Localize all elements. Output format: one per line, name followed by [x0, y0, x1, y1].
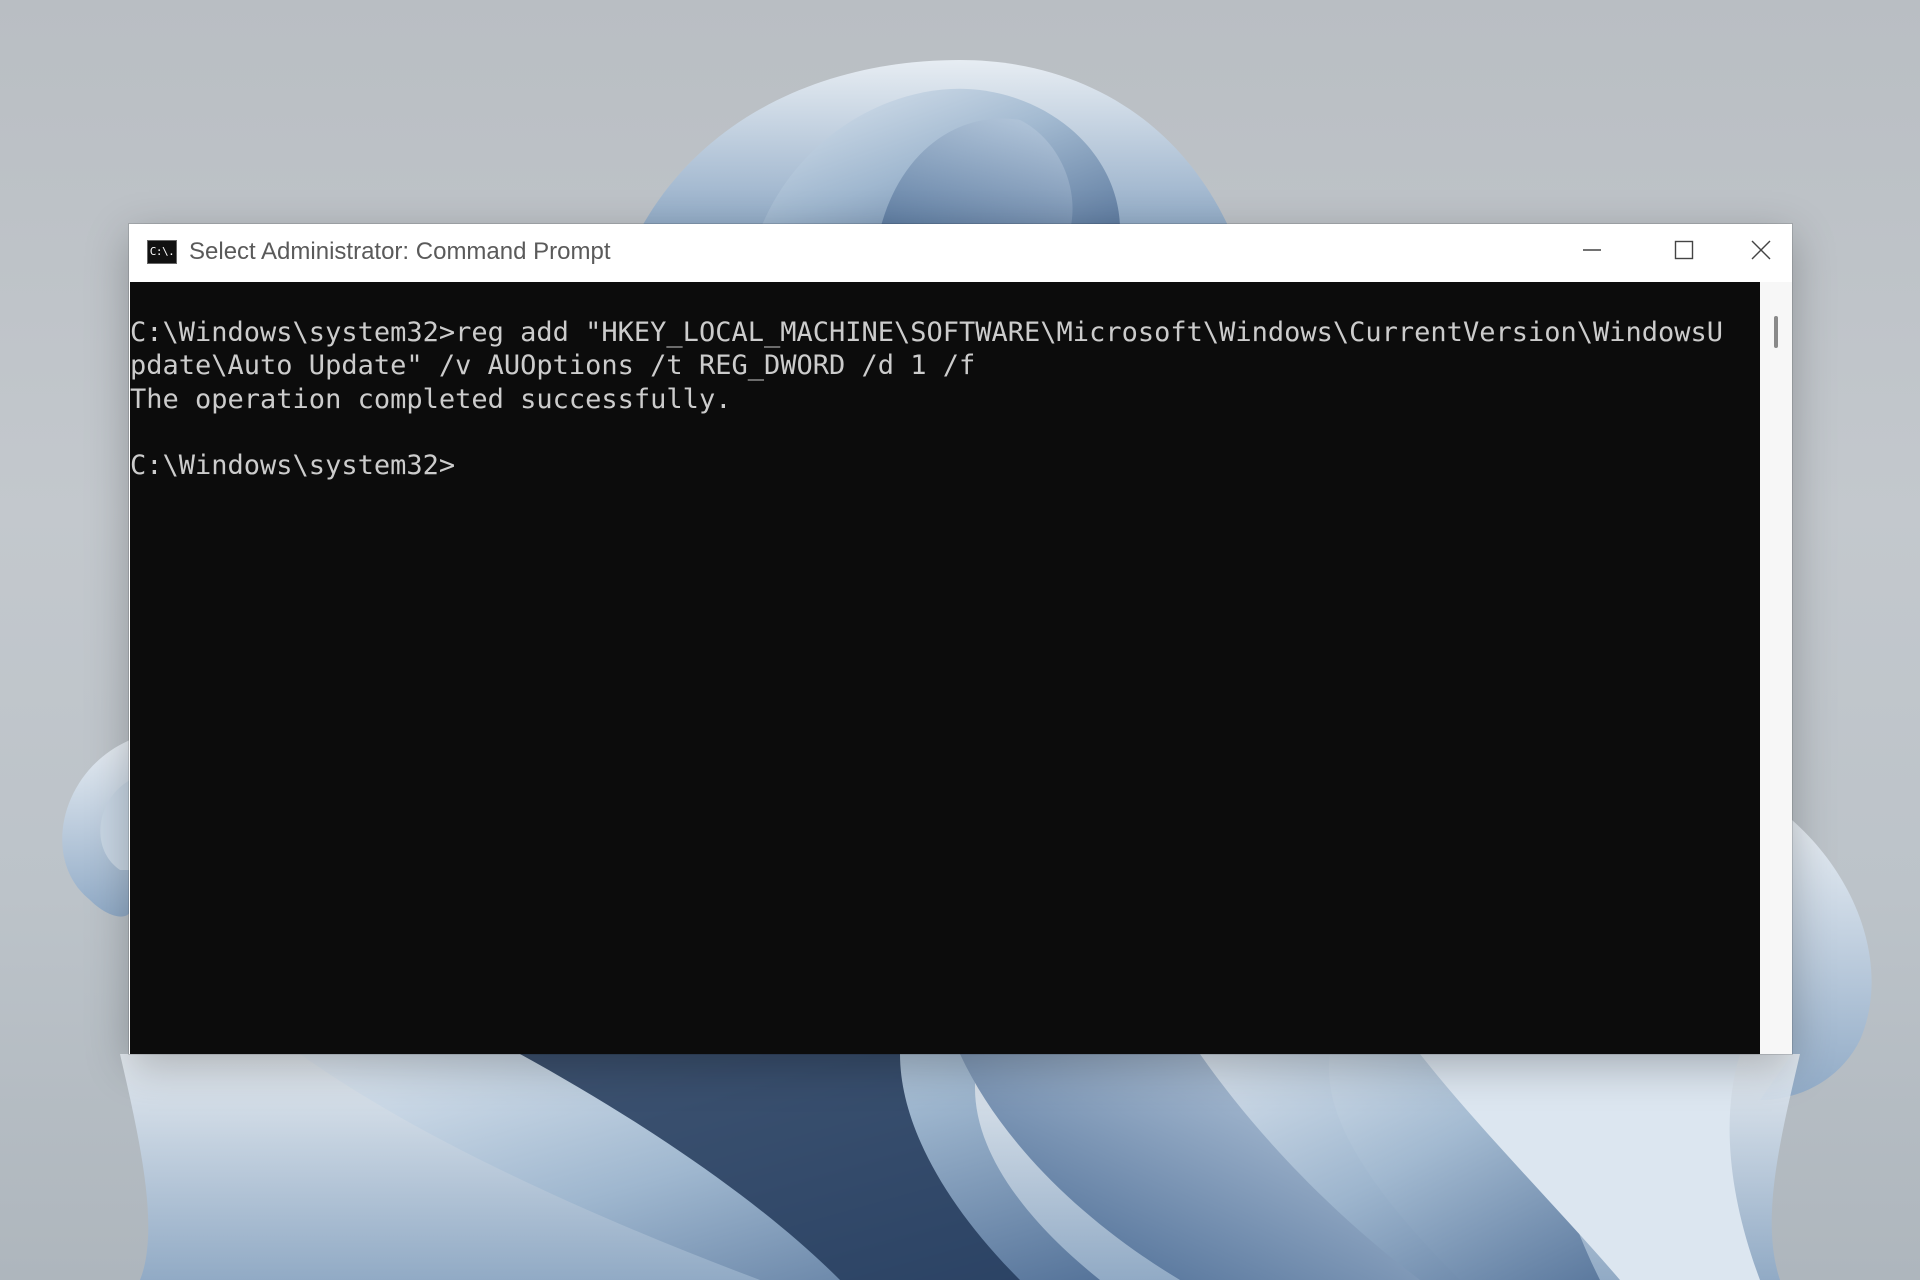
maximize-button[interactable] — [1638, 224, 1730, 276]
maximize-icon — [1674, 240, 1694, 260]
terminal-prompt: C:\Windows\system32> — [130, 450, 456, 482]
window-title: Select Administrator: Command Prompt — [189, 238, 611, 265]
terminal-line: C:\Windows\system32>reg add "HKEY_LOCAL_… — [130, 317, 1724, 348]
command-prompt-window[interactable]: C:\. Select Administrator: Command Promp… — [129, 224, 1792, 1054]
terminal-line: The operation completed successfully. — [130, 383, 732, 415]
minimize-button[interactable] — [1546, 224, 1638, 276]
scrollbar-thumb[interactable] — [1774, 316, 1778, 348]
title-bar[interactable]: C:\. Select Administrator: Command Promp… — [129, 224, 1792, 282]
terminal-output[interactable]: C:\Windows\system32>reg add "HKEY_LOCAL_… — [130, 282, 1760, 1054]
terminal-line: pdate\Auto Update" /v AUOptions /t REG_D… — [130, 350, 976, 382]
terminal-text: C:\Windows\system32>reg add "HKEY_LOCAL_… — [130, 316, 1723, 482]
close-icon — [1751, 240, 1771, 260]
vertical-scrollbar[interactable] — [1760, 282, 1792, 1054]
close-button[interactable] — [1730, 224, 1792, 276]
minimize-icon — [1583, 249, 1601, 251]
command-prompt-app-icon[interactable]: C:\. — [147, 240, 177, 264]
